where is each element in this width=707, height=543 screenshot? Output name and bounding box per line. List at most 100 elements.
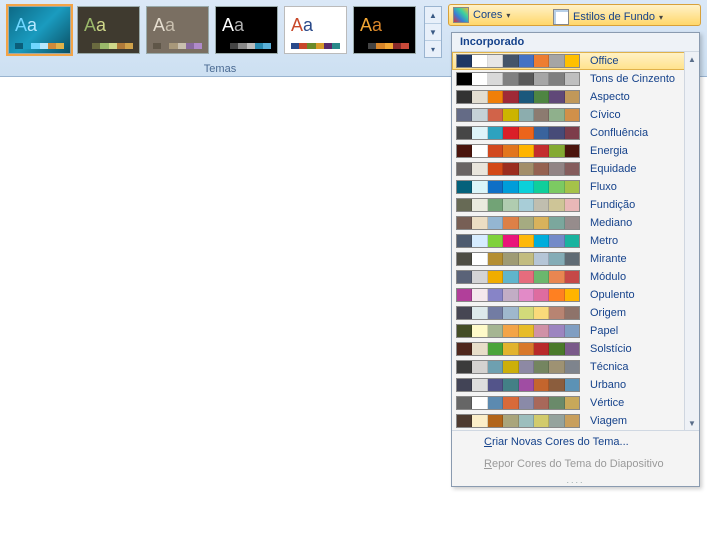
color-scheme-label: Origem <box>590 307 693 319</box>
create-new-theme-colors[interactable]: Criar Novas Cores do Tema... <box>452 431 699 453</box>
scroll-track[interactable] <box>685 66 699 416</box>
color-swatch-strip <box>456 126 580 140</box>
gallery-scroll-down[interactable]: ▼ <box>425 24 441 41</box>
color-scheme-item[interactable]: Cívico <box>452 106 699 124</box>
color-scheme-label: Vértice <box>590 397 693 409</box>
color-scheme-label: Técnica <box>590 361 693 373</box>
color-scheme-label: Opulento <box>590 289 693 301</box>
color-scheme-label: Metro <box>590 235 693 247</box>
scroll-up[interactable]: ▲ <box>685 52 699 66</box>
color-swatch-strip <box>456 234 580 248</box>
theme-sample-text: Aa <box>360 15 382 36</box>
color-scheme-item[interactable]: Fluxo <box>452 178 699 196</box>
theme-swatches <box>153 43 202 49</box>
theme-thumbnail[interactable]: Aa <box>215 6 278 54</box>
dropdown-scrollbar: ▲ ▼ <box>684 52 699 430</box>
theme-swatches <box>291 43 340 49</box>
gallery-scroll-up[interactable]: ▲ <box>425 7 441 24</box>
theme-sample-text: Aa <box>291 15 313 36</box>
cmd-label: Repor Cores do Tema do Diapositivo <box>484 458 664 470</box>
color-scheme-label: Urbano <box>590 379 693 391</box>
theme-thumbnail[interactable]: Aa <box>284 6 347 54</box>
color-scheme-label: Aspecto <box>590 91 693 103</box>
color-scheme-item[interactable]: Vértice <box>452 394 699 412</box>
color-scheme-item[interactable]: Metro <box>452 232 699 250</box>
color-scheme-item[interactable]: Opulento <box>452 286 699 304</box>
color-swatch-strip <box>456 72 580 86</box>
colors-label: Cores <box>473 9 502 21</box>
color-scheme-item[interactable]: Mirante <box>452 250 699 268</box>
chevron-down-icon: ▾ <box>506 11 510 20</box>
resize-grip[interactable]: .... <box>452 475 699 486</box>
theme-sample-text: Aa <box>84 15 106 36</box>
dropdown-header: Incorporado <box>452 33 699 52</box>
gallery-expand[interactable]: ▾ <box>425 41 441 57</box>
color-swatch-strip <box>456 144 580 158</box>
color-swatch-strip <box>456 54 580 68</box>
color-scheme-label: Equidade <box>590 163 693 175</box>
color-scheme-item[interactable]: Urbano <box>452 376 699 394</box>
color-swatch-strip <box>456 216 580 230</box>
theme-swatches <box>222 43 271 49</box>
color-swatch-strip <box>456 108 580 122</box>
color-scheme-list: Office Tons de Cinzento Aspecto Cívico Confl… <box>452 52 699 430</box>
color-swatch-strip <box>456 414 580 428</box>
color-scheme-label: Mediano <box>590 217 693 229</box>
chevron-down-icon: ▾ <box>659 13 663 22</box>
color-swatch-strip <box>456 342 580 356</box>
scroll-down[interactable]: ▼ <box>685 416 699 430</box>
theme-thumbnail[interactable]: Aa <box>8 6 71 54</box>
color-scheme-label: Fluxo <box>590 181 693 193</box>
color-scheme-label: Solstício <box>590 343 693 355</box>
theme-swatches <box>84 43 133 49</box>
colors-dropdown: Incorporado Office Tons de Cinzento Aspect… <box>451 32 700 487</box>
color-scheme-item[interactable]: Origem <box>452 304 699 322</box>
color-swatch-strip <box>456 306 580 320</box>
color-scheme-item[interactable]: Viagem <box>452 412 699 430</box>
color-scheme-label: Mirante <box>590 253 693 265</box>
color-scheme-item[interactable]: Fundição <box>452 196 699 214</box>
ribbon-group-label: Temas <box>0 63 440 75</box>
theme-sample-text: Aa <box>15 15 37 36</box>
color-scheme-item[interactable]: Energia <box>452 142 699 160</box>
reset-slide-theme-colors: Repor Cores do Tema do Diapositivo <box>452 453 699 475</box>
color-swatch-strip <box>456 396 580 410</box>
color-scheme-item[interactable]: Equidade <box>452 160 699 178</box>
color-scheme-label: Cívico <box>590 109 693 121</box>
color-scheme-label: Papel <box>590 325 693 337</box>
color-scheme-item[interactable]: Office <box>452 52 699 70</box>
color-scheme-item[interactable]: Aspecto <box>452 88 699 106</box>
background-styles-label: Estilos de Fundo <box>573 11 655 23</box>
color-swatch-strip <box>456 198 580 212</box>
background-styles-button[interactable]: Estilos de Fundo ▾ <box>548 6 701 28</box>
theme-swatches <box>360 43 409 49</box>
color-scheme-item[interactable]: Módulo <box>452 268 699 286</box>
color-swatch-strip <box>456 360 580 374</box>
color-swatch-strip <box>456 324 580 338</box>
color-scheme-label: Office <box>590 55 693 67</box>
color-scheme-label: Viagem <box>590 415 693 427</box>
color-swatch-strip <box>456 180 580 194</box>
color-scheme-item[interactable]: Tons de Cinzento <box>452 70 699 88</box>
color-scheme-item[interactable]: Técnica <box>452 358 699 376</box>
color-scheme-item[interactable]: Papel <box>452 322 699 340</box>
theme-sample-text: Aa <box>222 15 244 36</box>
cmd-label: Criar Novas Cores do Tema... <box>484 436 629 448</box>
color-scheme-label: Energia <box>590 145 693 157</box>
theme-thumbnail[interactable]: Aa <box>146 6 209 54</box>
color-scheme-item[interactable]: Mediano <box>452 214 699 232</box>
color-swatch-strip <box>456 270 580 284</box>
color-scheme-item[interactable]: Solstício <box>452 340 699 358</box>
color-swatch-strip <box>456 288 580 302</box>
gallery-scroll: ▲ ▼ ▾ <box>424 6 442 58</box>
theme-thumbnail[interactable]: Aa <box>353 6 416 54</box>
color-scheme-label: Módulo <box>590 271 693 283</box>
color-scheme-label: Confluência <box>590 127 693 139</box>
theme-thumbnail[interactable]: Aa <box>77 6 140 54</box>
colors-icon <box>453 7 469 23</box>
theme-swatches <box>15 43 64 49</box>
color-scheme-item[interactable]: Confluência <box>452 124 699 142</box>
color-swatch-strip <box>456 162 580 176</box>
color-scheme-label: Tons de Cinzento <box>590 73 693 85</box>
dropdown-footer: Criar Novas Cores do Tema... Repor Cores… <box>452 430 699 486</box>
